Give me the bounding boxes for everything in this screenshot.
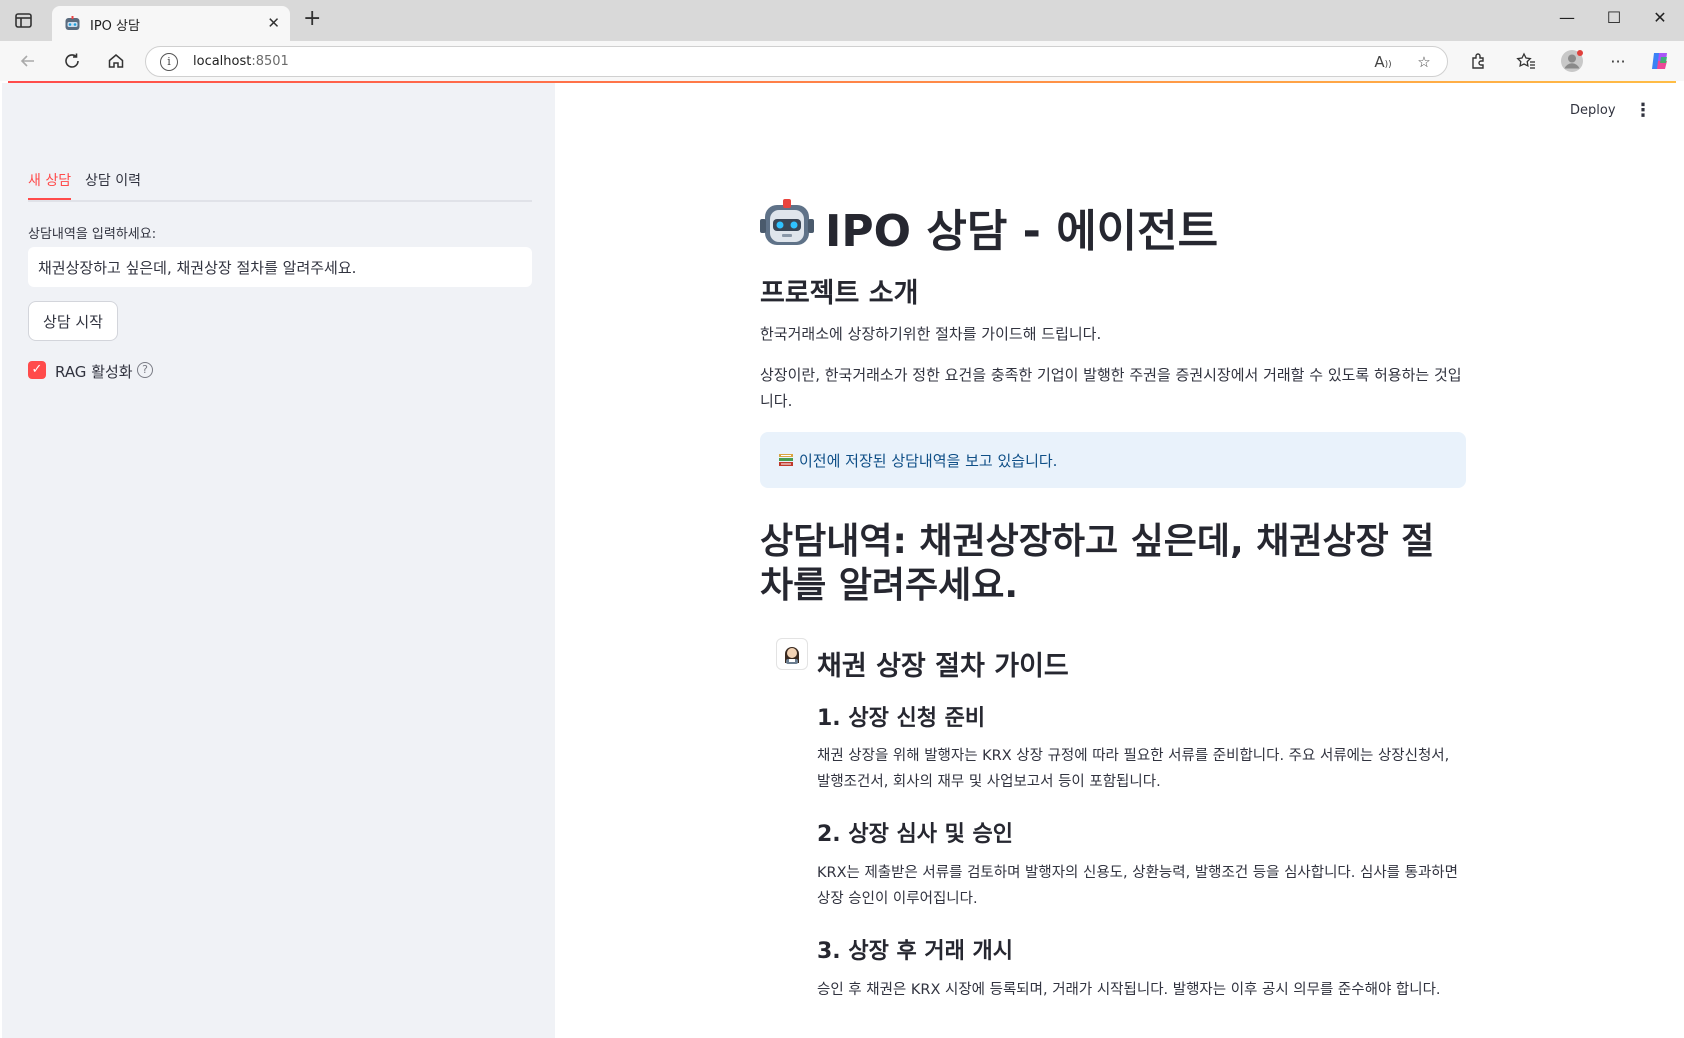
close-tab-icon[interactable]: ✕ bbox=[267, 14, 280, 32]
step-2-heading: 2. 상장 심사 및 승인 bbox=[817, 822, 1013, 847]
minimize-icon[interactable]: — bbox=[1557, 8, 1577, 27]
tab-new-consultation[interactable]: 새 상담 bbox=[28, 170, 72, 200]
new-tab-icon[interactable]: + bbox=[303, 8, 321, 30]
sidebar: 새 상담 상담 이력 상담내역을 입력하세요: 상담 시작 ✓ RAG 활성화 … bbox=[2, 83, 555, 1038]
start-consultation-button[interactable]: 상담 시작 bbox=[28, 301, 118, 341]
profile-avatar-icon[interactable] bbox=[1560, 49, 1584, 73]
page-title: IPO 상담 - 에이전트 bbox=[825, 206, 1219, 257]
maximize-icon[interactable]: ☐ bbox=[1604, 8, 1624, 27]
favorites-icon[interactable] bbox=[1514, 49, 1538, 73]
main-menu-icon[interactable]: ⋮ bbox=[1634, 100, 1652, 121]
main-content: Deploy ⋮ IPO 상담 - 에이전트 프로젝트 소개 한국거래소에 상장… bbox=[555, 83, 1684, 1038]
url-text: localhost:8501 bbox=[193, 54, 289, 69]
rag-checkbox[interactable]: ✓ bbox=[28, 361, 46, 379]
refresh-icon[interactable] bbox=[60, 49, 84, 73]
intro-paragraph-1: 한국거래소에 상장하기위한 절차를 가이드해 드립니다. bbox=[760, 325, 1102, 343]
guide-title: 채권 상장 절차 가이드 bbox=[817, 651, 1069, 682]
tab-actions-icon[interactable] bbox=[14, 12, 34, 30]
back-arrow-icon[interactable] bbox=[16, 49, 40, 73]
read-aloud-icon[interactable]: A)) bbox=[1373, 53, 1393, 73]
intro-paragraph-2: 상장이란, 한국거래소가 정한 요건을 충족한 기업이 발행한 주권을 증권시장… bbox=[760, 366, 1462, 410]
consult-input[interactable] bbox=[28, 247, 532, 287]
browser-tab[interactable]: IPO 상담 ✕ bbox=[52, 6, 290, 41]
consult-input-label: 상담내역을 입력하세요: bbox=[28, 227, 157, 242]
address-bar[interactable]: i localhost:8501 A)) ☆ bbox=[145, 46, 1448, 77]
help-icon[interactable]: ? bbox=[137, 362, 153, 378]
extensions-icon[interactable] bbox=[1466, 49, 1490, 73]
browser-window: IPO 상담 ✕ + — ☐ ✕ i localhost:8501 A)) ☆ bbox=[0, 0, 1684, 1038]
robot-favicon-icon bbox=[64, 15, 81, 32]
step-1-heading: 1. 상장 신청 준비 bbox=[817, 706, 986, 731]
intro-heading: 프로젝트 소개 bbox=[760, 278, 919, 309]
site-info-icon[interactable]: i bbox=[160, 53, 178, 71]
rag-checkbox-label: RAG 활성화 bbox=[55, 363, 133, 381]
step-3-heading: 3. 상장 후 거래 개시 bbox=[817, 939, 1013, 964]
deploy-button[interactable]: Deploy bbox=[1570, 103, 1616, 118]
step-2-text: KRX는 제출받은 서류를 검토하며 발행자의 신용도, 상환능력, 발행조건 … bbox=[817, 865, 1458, 907]
books-icon bbox=[778, 452, 794, 468]
assistant-avatar-icon bbox=[776, 638, 808, 670]
close-window-icon[interactable]: ✕ bbox=[1650, 8, 1670, 27]
info-alert-text: 이전에 저장된 상담내역을 보고 있습니다. bbox=[799, 452, 1058, 470]
step-1-text: 채권 상장을 위해 발행자는 KRX 상장 규정에 따라 필요한 서류를 준비합… bbox=[817, 748, 1450, 790]
copilot-icon[interactable] bbox=[1648, 49, 1672, 73]
consultation-heading: 상담내역: 채권상장하고 싶은데, 채권상장 절차를 알려주세요. bbox=[760, 521, 1435, 606]
more-options-icon[interactable]: ··· bbox=[1606, 49, 1630, 73]
tab-strip: IPO 상담 ✕ + — ☐ ✕ bbox=[0, 0, 1684, 41]
tab-title: IPO 상담 bbox=[90, 19, 140, 34]
step-3-text: 승인 후 채권은 KRX 시장에 등록되며, 거래가 시작됩니다. 발행자는 이… bbox=[817, 982, 1441, 998]
favorite-star-icon[interactable]: ☆ bbox=[1414, 53, 1434, 73]
tab-consultation-history[interactable]: 상담 이력 bbox=[85, 170, 141, 198]
home-icon[interactable] bbox=[104, 49, 128, 73]
navigation-bar: i localhost:8501 A)) ☆ ··· bbox=[0, 41, 1684, 81]
sidebar-tabs: 새 상담 상담 이력 bbox=[28, 170, 532, 202]
robot-icon bbox=[760, 197, 814, 249]
info-alert: 이전에 저장된 상담내역을 보고 있습니다. bbox=[760, 432, 1466, 488]
